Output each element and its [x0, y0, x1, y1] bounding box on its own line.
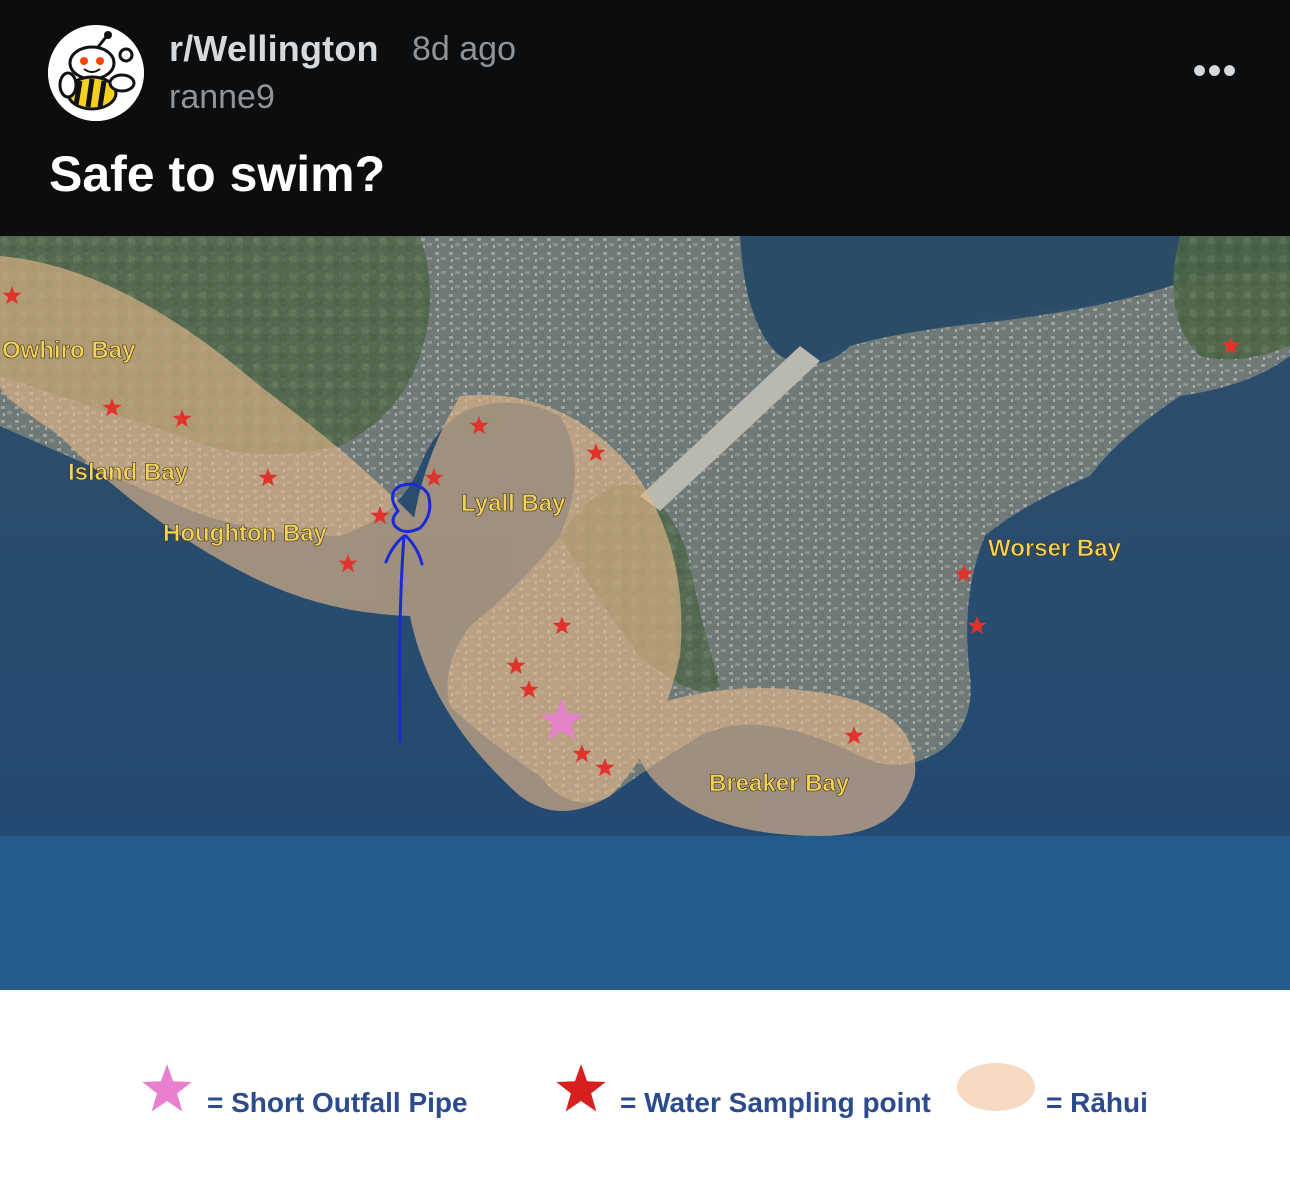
label-lyall-bay: Lyall Bay [461, 490, 566, 517]
more-horizontal-icon[interactable]: ••• [1190, 51, 1240, 92]
legend-sampling-label: = Water Sampling point [620, 1087, 931, 1118]
post-image[interactable]: Owhiro Bay Island Bay Houghton Bay Lyall… [0, 236, 1290, 1196]
rahui-swatch-icon [957, 1063, 1035, 1111]
label-breaker-bay: Breaker Bay [709, 770, 850, 797]
label-island-bay: Island Bay [68, 459, 189, 486]
post-age: 8d ago [412, 30, 516, 68]
label-worser-bay: Worser Bay [988, 535, 1122, 562]
snoo-bee-icon [48, 25, 144, 121]
author-username[interactable]: ranne9 [169, 78, 275, 117]
map-image: Owhiro Bay Island Bay Houghton Bay Lyall… [0, 236, 1290, 990]
post-title: Safe to swim? [49, 146, 386, 202]
legend-rahui-label: = Rāhui [1046, 1087, 1148, 1118]
subreddit-avatar[interactable] [48, 25, 144, 121]
red-star-icon [556, 1064, 606, 1112]
label-owhiro-bay: Owhiro Bay [2, 337, 136, 364]
subreddit-name[interactable]: r/Wellington [169, 28, 379, 70]
label-houghton-bay: Houghton Bay [163, 520, 328, 547]
post-header: r/Wellington 8d ago ranne9 ••• Safe to s… [0, 0, 1290, 236]
map-legend: = Short Outfall Pipe = Water Sampling po… [0, 990, 1290, 1196]
sea-band [0, 836, 1290, 990]
legend-outfall-label: = Short Outfall Pipe [207, 1087, 468, 1118]
pink-star-icon [142, 1064, 192, 1112]
